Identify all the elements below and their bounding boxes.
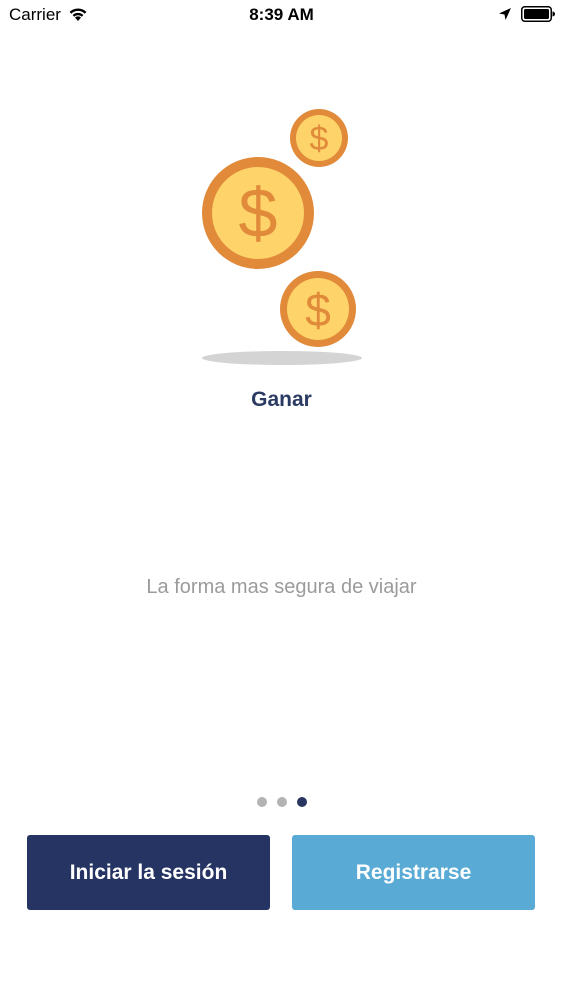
location-arrow-icon: [499, 8, 511, 20]
onboarding-title: Ganar: [251, 388, 312, 411]
page-dot-2[interactable]: [276, 797, 287, 807]
coin-shadow: [202, 351, 362, 365]
coins-illustration: $ $ $: [202, 109, 362, 365]
svg-text:$: $: [239, 174, 278, 252]
coin-icon-large: $: [202, 157, 314, 269]
status-time: 8:39 AM: [249, 5, 314, 24]
login-button[interactable]: Iniciar la sesión: [27, 835, 270, 910]
coin-icon-small-bottom: $: [280, 271, 356, 347]
status-bar: Carrier 8:39 AM: [0, 0, 563, 30]
page-dot-3[interactable]: [296, 797, 307, 807]
svg-text:$: $: [310, 120, 329, 158]
coin-icon-small-top: $: [290, 109, 348, 167]
page-indicator[interactable]: [0, 794, 563, 807]
battery-icon: [521, 6, 555, 22]
onboarding-subtitle: La forma mas segura de viajar: [146, 576, 417, 598]
register-button[interactable]: Registrarse: [292, 835, 535, 910]
svg-text:$: $: [305, 284, 331, 336]
page-dot-1[interactable]: [256, 797, 267, 807]
